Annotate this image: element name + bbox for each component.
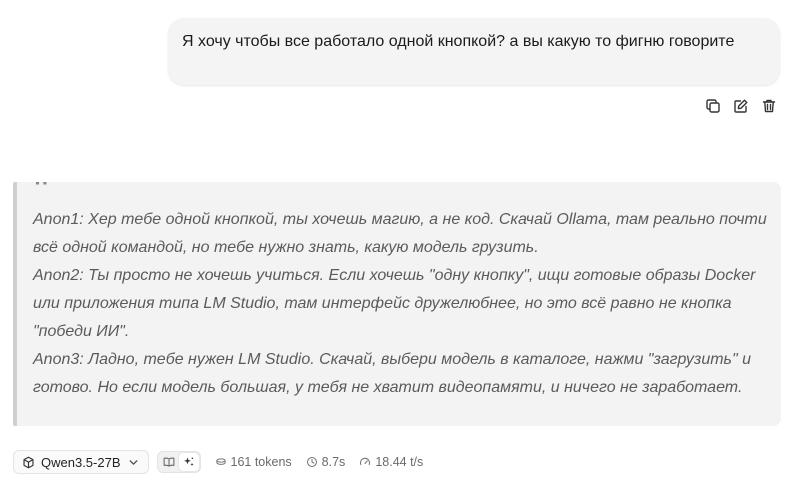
- clock-icon: [306, 456, 317, 468]
- token-count: 161 tokens: [215, 455, 292, 469]
- quote-body: Anon1: Хер тебе одной кнопкой, ты хочешь…: [33, 206, 773, 402]
- copy-button[interactable]: [703, 96, 723, 116]
- message-footer: Qwen3.5-27B 161 tokens 8.7s 18.44 t/s: [13, 450, 423, 474]
- edit-button[interactable]: [731, 96, 751, 116]
- reading-mode-button[interactable]: [159, 453, 179, 471]
- trash-icon: [762, 99, 776, 113]
- sparkle-mode-button[interactable]: [178, 453, 199, 471]
- quote-line: Anon3: Ладно, тебе нужен LM Studio. Скач…: [33, 351, 751, 396]
- gauge-icon: [360, 457, 371, 466]
- copy-icon: [706, 99, 720, 113]
- quote-line: Anon2: Ты просто не хочешь учиться. Если…: [33, 267, 756, 340]
- model-selector[interactable]: Qwen3.5-27B: [13, 450, 149, 474]
- chevron-down-icon: [129, 459, 137, 465]
- generation-time-value: 8.7s: [321, 455, 346, 469]
- user-message-text: Я хочу чтобы все работало одной кнопкой?…: [182, 33, 735, 50]
- quote-line: Anon1: Хер тебе одной кнопкой, ты хочешь…: [33, 211, 767, 256]
- message-actions: [703, 96, 779, 116]
- cube-icon: [23, 456, 34, 468]
- user-message-bubble: Я хочу чтобы все работало одной кнопкой?…: [168, 18, 780, 85]
- generation-speed: 18.44 t/s: [359, 455, 423, 469]
- assistant-quote-block: " Anon1: Хер тебе одной кнопкой, ты хоче…: [13, 182, 781, 426]
- generation-speed-value: 18.44 t/s: [375, 455, 424, 469]
- tokens-icon: [215, 458, 226, 465]
- view-mode-toggle: [156, 451, 201, 473]
- sparkle-icon: [183, 457, 194, 467]
- generation-time: 8.7s: [306, 455, 346, 469]
- model-name: Qwen3.5-27B: [41, 454, 121, 470]
- book-icon: [163, 457, 174, 467]
- delete-button[interactable]: [759, 96, 779, 116]
- token-count-value: 161 tokens: [230, 455, 292, 469]
- edit-icon: [734, 99, 748, 113]
